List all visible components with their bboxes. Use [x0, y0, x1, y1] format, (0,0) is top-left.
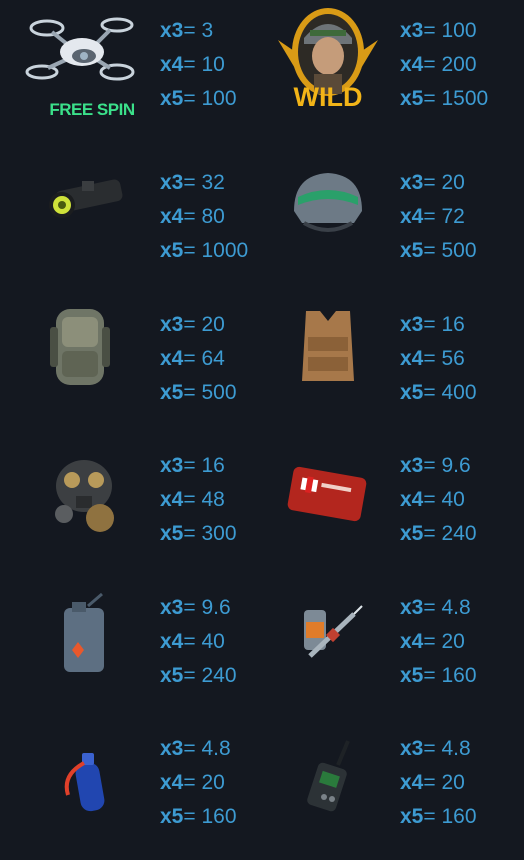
- payout-row: x4= 64: [160, 347, 225, 370]
- gas-mask-icon: [22, 434, 138, 550]
- symbol-backpack: x3= 20 x4= 64 x5= 500: [0, 295, 262, 436]
- payout-row: x5= 160: [400, 805, 477, 828]
- payout-row: x4= 40: [160, 630, 225, 653]
- symbol-first-aid-kit: x3= 9.6 x4= 40 x5= 240: [240, 436, 502, 577]
- payout-row: x5= 160: [400, 664, 477, 687]
- payout-row: x3= 4.8: [400, 737, 471, 760]
- payout-row: x3= 16: [160, 454, 225, 477]
- symbol-vest: x3= 16 x4= 56 x5= 400: [240, 295, 502, 436]
- payout-list: x3= 3 x4= 10 x5= 100: [160, 14, 237, 116]
- payout-row: x3= 20: [160, 313, 225, 336]
- first-aid-kit-icon: [270, 434, 386, 550]
- payout-row: x4= 80: [160, 205, 225, 228]
- payout-row: x5= 1500: [400, 87, 489, 110]
- free-spin-label: FREE SPIN: [49, 100, 135, 119]
- payout-list: x3= 20 x4= 64 x5= 500: [160, 308, 237, 410]
- payout-row: x3= 20: [400, 171, 465, 194]
- symbol-walkie-talkie: x3= 4.8 x4= 20 x5= 160: [240, 719, 502, 860]
- payout-row: x3= 9.6: [160, 596, 231, 619]
- payout-row: x4= 72: [400, 205, 465, 228]
- symbol-gas-mask: x3= 16 x4= 48 x5= 300: [0, 436, 262, 577]
- payout-list: x3= 4.8 x4= 20 x5= 160: [160, 732, 237, 834]
- payout-row: x3= 4.8: [400, 596, 471, 619]
- payout-row: x3= 4.8: [160, 737, 231, 760]
- payout-list: x3= 20 x4= 72 x5= 500: [400, 166, 477, 268]
- payout-row: x5= 240: [400, 522, 477, 545]
- payout-row: x4= 40: [400, 488, 465, 511]
- symbol-helmet: x3= 20 x4= 72 x5= 500: [240, 153, 502, 294]
- symbol-scope: x3= 32 x4= 80 x5= 1000: [0, 153, 262, 294]
- drone-icon: FREE SPIN: [22, 0, 138, 119]
- payout-row: x5= 1000: [160, 239, 249, 262]
- payout-row: x4= 200: [400, 53, 477, 76]
- symbol-free-spin: FREE SPIN x3= 3 x4= 10 x5= 100: [0, 0, 262, 141]
- payout-row: x3= 3: [160, 19, 214, 42]
- payout-row: x5= 100: [160, 87, 237, 110]
- vest-icon: [270, 287, 386, 403]
- payout-row: x3= 32: [160, 171, 225, 194]
- payout-row: x5= 240: [160, 664, 237, 687]
- paytable-grid: FREE SPIN x3= 3 x4= 10 x5= 100 WILD x3= …: [0, 0, 524, 833]
- payout-list: x3= 9.6 x4= 40 x5= 240: [160, 591, 237, 693]
- payout-list: x3= 100 x4= 200 x5= 1500: [400, 14, 488, 116]
- symbol-jerry-can: x3= 9.6 x4= 40 x5= 240: [0, 578, 262, 719]
- payout-list: x3= 16 x4= 48 x5= 300: [160, 449, 237, 551]
- payout-list: x3= 16 x4= 56 x5= 400: [400, 308, 477, 410]
- payout-row: x4= 48: [160, 488, 225, 511]
- payout-list: x3= 9.6 x4= 40 x5= 240: [400, 449, 477, 551]
- symbol-wild: WILD x3= 100 x4= 200 x5= 1500: [240, 0, 502, 141]
- payout-row: x5= 300: [160, 522, 237, 545]
- payout-row: x3= 16: [400, 313, 465, 336]
- energy-drink-icon: [22, 719, 138, 835]
- syringe-icon: [270, 576, 386, 692]
- payout-list: x3= 4.8 x4= 20 x5= 160: [400, 732, 477, 834]
- payout-list: x3= 32 x4= 80 x5= 1000: [160, 166, 248, 268]
- payout-list: x3= 4.8 x4= 20 x5= 160: [400, 591, 477, 693]
- payout-row: x4= 56: [400, 347, 465, 370]
- walkie-talkie-icon: [270, 719, 386, 835]
- helmet-icon: [270, 145, 386, 261]
- payout-row: x5= 400: [400, 381, 477, 404]
- backpack-icon: [22, 287, 138, 403]
- payout-row: x5= 160: [160, 805, 237, 828]
- wild-label: WILD: [293, 82, 363, 112]
- payout-row: x5= 500: [400, 239, 477, 262]
- payout-row: x4= 20: [400, 771, 465, 794]
- payout-row: x4= 10: [160, 53, 225, 76]
- scope-icon: [22, 145, 138, 261]
- payout-row: x4= 20: [400, 630, 465, 653]
- symbol-energy-drink: x3= 4.8 x4= 20 x5= 160: [0, 719, 262, 860]
- payout-row: x3= 100: [400, 19, 477, 42]
- payout-row: x4= 20: [160, 771, 225, 794]
- jerry-can-icon: [22, 576, 138, 692]
- soldier-icon: WILD: [270, 0, 386, 116]
- payout-row: x5= 500: [160, 381, 237, 404]
- symbol-syringe: x3= 4.8 x4= 20 x5= 160: [240, 578, 502, 719]
- payout-row: x3= 9.6: [400, 454, 471, 477]
